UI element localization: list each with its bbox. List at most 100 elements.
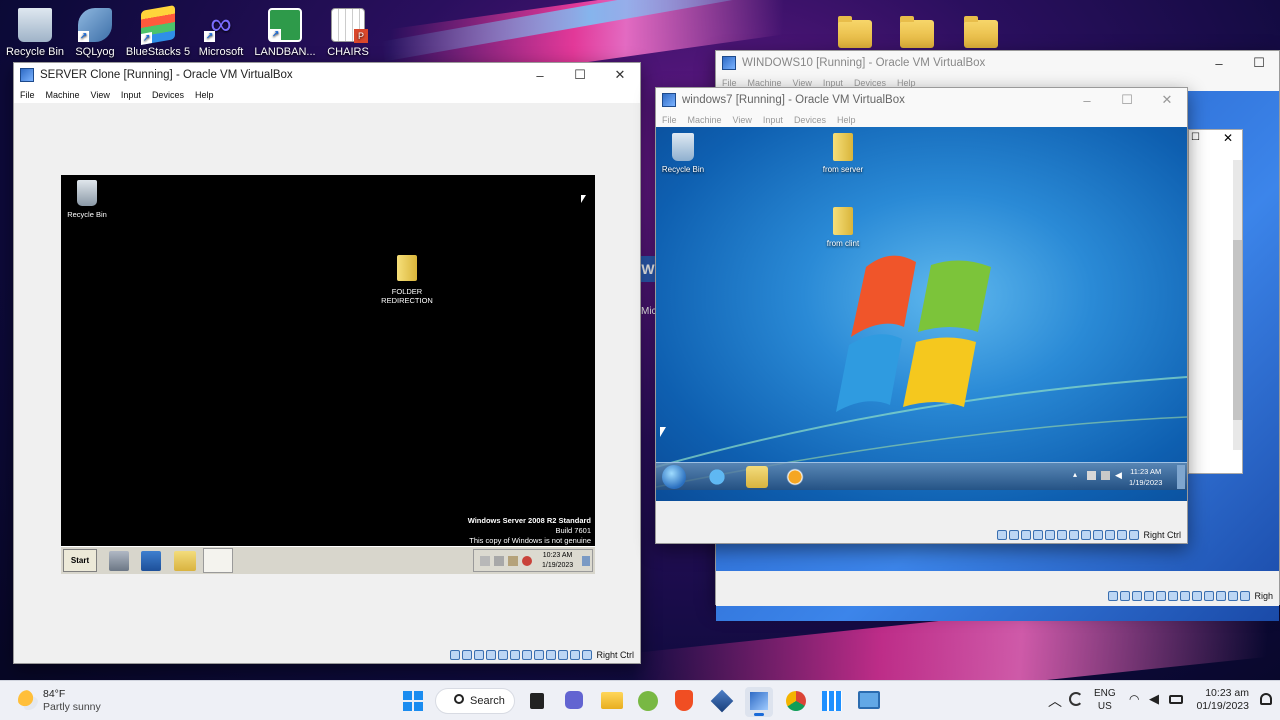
menu-devices[interactable]: Devices	[794, 115, 826, 125]
win7-titlebar[interactable]: windows7 [Running] - Oracle VM VirtualBo…	[656, 88, 1187, 112]
network-icon[interactable]	[1156, 591, 1167, 601]
win10-titlebar[interactable]: WINDOWS10 [Running] - Oracle VM VirtualB…	[716, 51, 1279, 75]
speaker-tray-icon[interactable]: ◀	[1115, 470, 1122, 481]
mouse-integration-icon[interactable]	[1117, 530, 1128, 540]
audio-icon[interactable]	[1144, 591, 1155, 601]
optical-icon[interactable]	[1120, 591, 1131, 601]
show-desktop-icon[interactable]	[1177, 465, 1185, 489]
shared-folder-icon[interactable]	[522, 650, 533, 660]
chat-icon[interactable]	[565, 691, 583, 709]
minimize-icon[interactable]: –	[1067, 93, 1107, 108]
win7-vbox-window[interactable]: windows7 [Running] - Oracle VM VirtualBo…	[655, 87, 1188, 544]
vm-folder-from-server[interactable]: from server	[816, 133, 870, 174]
cpu-icon[interactable]	[1216, 591, 1227, 601]
menu-file[interactable]: File	[662, 115, 677, 125]
powershell-icon[interactable]	[141, 551, 161, 571]
menu-view[interactable]: View	[733, 115, 752, 125]
vm-start-button[interactable]: Start	[63, 549, 97, 572]
desktop-icon-chairs[interactable]: P CHAIRS	[313, 4, 383, 58]
maximize-icon[interactable]: ☐	[1191, 132, 1200, 143]
action-center-icon[interactable]	[1087, 471, 1096, 480]
task-view-icon[interactable]	[530, 693, 544, 709]
notification-icon[interactable]	[1260, 693, 1272, 705]
win7-start-orb[interactable]	[662, 465, 686, 489]
sync-icon[interactable]	[1069, 692, 1083, 706]
shared-folder-icon[interactable]	[1180, 591, 1191, 601]
error-tray-icon[interactable]	[522, 556, 532, 566]
network-tray-icon[interactable]	[1101, 471, 1110, 480]
hdd-icon[interactable]	[997, 530, 1008, 540]
volume-icon[interactable]: ◀	[1149, 691, 1159, 707]
recording-icon[interactable]	[546, 650, 557, 660]
flag-icon[interactable]	[480, 556, 490, 566]
taskbar-search[interactable]: Search	[435, 688, 515, 714]
floppy-icon[interactable]	[1132, 591, 1143, 601]
vm-clock[interactable]: 11:23 AM 1/19/2023	[1129, 466, 1162, 488]
desktop-icon-landbank[interactable]: ↗ LANDBAN...	[250, 4, 320, 58]
ie-icon[interactable]	[702, 466, 732, 488]
hdd-icon[interactable]	[450, 650, 461, 660]
close-icon[interactable]: ✕	[1223, 131, 1233, 145]
menu-help[interactable]: Help	[837, 115, 856, 125]
server-vm-screen[interactable]: Recycle Bin FOLDER REDIRECTION Windows S…	[61, 175, 595, 546]
audio-icon[interactable]	[486, 650, 497, 660]
network-icon[interactable]	[1045, 530, 1056, 540]
menu-view[interactable]: View	[91, 90, 110, 100]
display-icon[interactable]	[534, 650, 545, 660]
battery-icon[interactable]	[1169, 695, 1183, 704]
remote-desktop-icon[interactable]	[858, 691, 880, 709]
menu-file[interactable]: File	[20, 90, 35, 100]
cpu-icon[interactable]	[1105, 530, 1116, 540]
chevron-up-icon[interactable]: ︿	[1048, 691, 1062, 711]
keyboard-icon[interactable]	[582, 650, 593, 660]
menu-machine[interactable]: Machine	[46, 90, 80, 100]
keyboard-icon[interactable]	[1129, 530, 1140, 540]
speaker-tray-icon[interactable]	[508, 556, 518, 566]
mouse-integration-icon[interactable]	[1228, 591, 1239, 601]
utorrent-icon[interactable]	[638, 691, 658, 711]
floppy-icon[interactable]	[1021, 530, 1032, 540]
network-tray-icon[interactable]	[494, 556, 504, 566]
vm-folder-redirection[interactable]: FOLDER REDIRECTION	[379, 255, 435, 305]
active-app-icon[interactable]	[203, 548, 233, 573]
server-manager-icon[interactable]	[109, 551, 129, 571]
explorer-icon[interactable]	[174, 551, 196, 571]
language-indicator[interactable]: ENG US	[1094, 687, 1116, 713]
close-icon[interactable]: ✕	[1147, 92, 1187, 108]
usb-icon[interactable]	[1168, 591, 1179, 601]
brave-icon[interactable]	[675, 690, 693, 711]
explorer-icon[interactable]	[746, 466, 768, 488]
hdd-icon[interactable]	[1108, 591, 1119, 601]
desktop-icon-microsoft[interactable]: ∞ ↗ Microsoft	[186, 4, 256, 58]
keyboard-icon[interactable]	[1240, 591, 1251, 601]
vm-clock[interactable]: 10:23 AM 1/19/2023	[542, 551, 573, 571]
win10-inner-window[interactable]: ☐ ✕	[1188, 129, 1243, 474]
recording-icon[interactable]	[1093, 530, 1104, 540]
menu-help[interactable]: Help	[195, 90, 214, 100]
maximize-icon[interactable]: ☐	[1107, 92, 1147, 108]
file-explorer-icon[interactable]	[601, 692, 623, 709]
media-player-icon[interactable]	[784, 466, 806, 488]
menu-devices[interactable]: Devices	[152, 90, 184, 100]
chrome-icon[interactable]	[786, 691, 806, 711]
desktop-folder-chrome[interactable]	[838, 10, 872, 48]
recording-icon[interactable]	[1204, 591, 1215, 601]
maximize-icon[interactable]: ☐	[560, 67, 600, 83]
optical-icon[interactable]	[462, 650, 473, 660]
desktop-folder-plain[interactable]	[900, 10, 934, 48]
minimize-icon[interactable]: –	[520, 68, 560, 83]
usb-icon[interactable]	[510, 650, 521, 660]
maximize-icon[interactable]: ☐	[1239, 55, 1279, 71]
start-button[interactable]	[403, 691, 423, 711]
shared-folder-icon[interactable]	[1069, 530, 1080, 540]
virtualbox-running-icon[interactable]	[745, 687, 773, 717]
vm-folder-from-clint[interactable]: from clint	[816, 207, 870, 248]
optical-icon[interactable]	[1009, 530, 1020, 540]
usb-icon[interactable]	[1057, 530, 1068, 540]
win7-vm-screen[interactable]: Recycle Bin from server from clint ▴ ◀ 1…	[656, 127, 1187, 501]
desktop-folder-green[interactable]	[964, 10, 998, 48]
audio-icon[interactable]	[1033, 530, 1044, 540]
desktop-icon-sqlyog[interactable]: ↗ SQLyog	[60, 4, 130, 58]
apps-grid-icon[interactable]	[822, 691, 842, 711]
display-icon[interactable]	[1081, 530, 1092, 540]
